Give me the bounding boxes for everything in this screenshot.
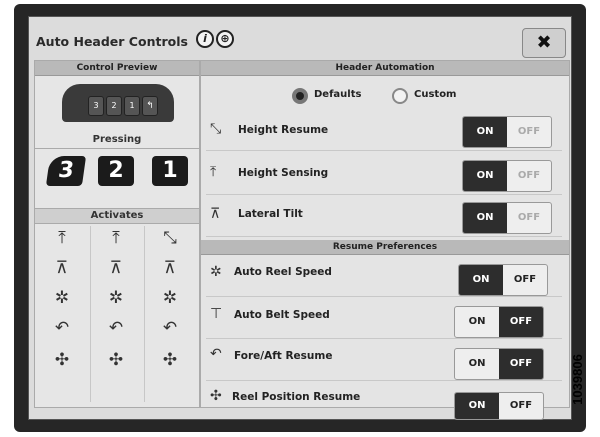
lateral-tilt-icon: ⊼ <box>109 258 123 278</box>
on-option[interactable]: ON <box>455 307 499 337</box>
lateral-tilt-icon: ⊼ <box>210 206 221 222</box>
reel-position-resume-toggle[interactable]: ON OFF <box>454 392 544 420</box>
image-code: 1039806 <box>570 346 600 416</box>
resume-preferences-header: Resume Preferences <box>201 240 569 255</box>
on-option[interactable]: ON <box>455 393 499 419</box>
height-sensing-icon: ⤒ <box>112 228 120 248</box>
fore-aft-resume-label: Fore/Aft Resume <box>234 350 333 362</box>
custom-radio[interactable] <box>392 88 408 104</box>
header-automation-header: Header Automation <box>201 61 569 76</box>
preview-button-3: 3 <box>88 96 104 116</box>
reel-position-resume-icon: ✣ <box>54 350 70 370</box>
height-sensing-icon: ⤒ <box>58 228 66 248</box>
on-option[interactable]: ON <box>463 203 507 233</box>
lateral-tilt-toggle[interactable]: ON OFF <box>462 202 552 234</box>
off-option[interactable]: OFF <box>503 265 547 295</box>
reel-position-resume-icon: ✣ <box>108 350 124 370</box>
fore-aft-resume-icon: ↶ <box>54 318 70 338</box>
preview-button-1: 1 <box>124 96 140 116</box>
info-icon[interactable]: i <box>196 30 214 48</box>
lateral-tilt-icon: ⊼ <box>55 258 69 278</box>
fore-aft-resume-icon: ↶ <box>210 346 222 362</box>
auto-belt-speed-label: Auto Belt Speed <box>234 309 330 321</box>
auto-reel-speed-toggle[interactable]: ON OFF <box>458 264 548 296</box>
height-resume-icon: ⤡ <box>210 121 222 137</box>
fore-aft-resume-icon: ↶ <box>108 318 124 338</box>
on-option[interactable]: ON <box>455 349 499 379</box>
press-button-1[interactable]: 1 <box>152 156 188 186</box>
off-option[interactable]: OFF <box>499 349 543 379</box>
fore-aft-resume-icon: ↶ <box>162 318 178 338</box>
height-resume-icon: ⤡ <box>163 228 177 248</box>
off-option[interactable]: OFF <box>499 393 543 419</box>
height-sensing-toggle[interactable]: ON OFF <box>462 160 552 192</box>
auto-belt-speed-toggle[interactable]: ON OFF <box>454 306 544 338</box>
lateral-tilt-icon: ⊼ <box>163 258 177 278</box>
press-button-3[interactable]: 3 <box>45 156 87 186</box>
lateral-tilt-label: Lateral Tilt <box>238 208 303 220</box>
height-sensing-label: Height Sensing <box>238 167 329 179</box>
off-option[interactable]: OFF <box>507 117 551 147</box>
auto-reel-speed-icon: ✲ <box>162 288 178 308</box>
reel-position-resume-icon: ✣ <box>162 350 178 370</box>
auto-reel-speed-icon: ✲ <box>210 264 222 280</box>
off-option[interactable]: OFF <box>507 161 551 191</box>
on-option[interactable]: ON <box>463 117 507 147</box>
on-option[interactable]: ON <box>459 265 503 295</box>
custom-radio-label: Custom <box>414 89 457 100</box>
preview-button-2: 2 <box>106 96 122 116</box>
auto-belt-speed-icon: ⊤ <box>210 306 223 322</box>
help-icon[interactable]: ⊕ <box>216 30 234 48</box>
preview-shift-icon: ↰ <box>142 96 158 116</box>
reel-position-resume-label: Reel Position Resume <box>232 391 361 403</box>
auto-reel-speed-icon: ✲ <box>54 288 70 308</box>
on-option[interactable]: ON <box>463 161 507 191</box>
window-title: Auto Header Controls <box>36 34 188 49</box>
close-button[interactable]: ✖ <box>522 28 566 58</box>
reel-position-resume-icon: ✣ <box>210 388 222 404</box>
column-divider <box>90 226 91 402</box>
auto-reel-speed-label: Auto Reel Speed <box>234 266 332 278</box>
defaults-radio-label: Defaults <box>314 89 362 100</box>
photo: Auto Header Controls i ⊕ ✖ Control Previ… <box>0 0 600 437</box>
activates-label: Activates <box>35 208 199 224</box>
image-code-text: 1039806 <box>569 354 585 405</box>
auto-reel-speed-icon: ✲ <box>108 288 124 308</box>
defaults-radio[interactable] <box>292 88 308 104</box>
pressing-label: Pressing <box>35 134 199 149</box>
column-divider <box>144 226 145 402</box>
press-button-2[interactable]: 2 <box>98 156 134 186</box>
off-option[interactable]: OFF <box>499 307 543 337</box>
fore-aft-resume-toggle[interactable]: ON OFF <box>454 348 544 380</box>
height-resume-label: Height Resume <box>238 124 329 136</box>
off-option[interactable]: OFF <box>507 203 551 233</box>
height-sensing-icon: ⤒ <box>210 164 217 180</box>
control-preview-header: Control Preview <box>35 61 199 76</box>
height-resume-toggle[interactable]: ON OFF <box>462 116 552 148</box>
